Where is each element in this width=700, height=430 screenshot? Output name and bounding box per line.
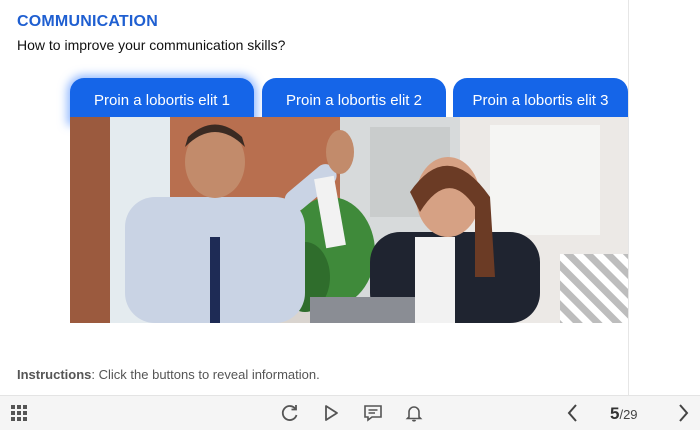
instructions-body: : Click the buttons to reveal informatio… bbox=[91, 367, 320, 382]
high-five-photo bbox=[70, 117, 628, 323]
next-icon[interactable] bbox=[672, 402, 694, 424]
previous-icon[interactable] bbox=[562, 402, 584, 424]
instructions-label: Instructions bbox=[17, 367, 92, 382]
captions-icon[interactable] bbox=[362, 402, 384, 424]
instructions-text: Instructions: Click the buttons to revea… bbox=[17, 367, 320, 382]
menu-grid-icon[interactable] bbox=[8, 402, 30, 424]
right-rail bbox=[628, 0, 700, 395]
slide-title: COMMUNICATION bbox=[17, 13, 158, 30]
tab-button-3[interactable]: Proin a lobortis elit 3 bbox=[453, 78, 628, 122]
tab-button-2[interactable]: Proin a lobortis elit 2 bbox=[262, 78, 446, 122]
play-icon[interactable] bbox=[320, 402, 342, 424]
page-total: /29 bbox=[619, 407, 638, 422]
replay-icon[interactable] bbox=[279, 402, 301, 424]
tab-button-1[interactable]: Proin a lobortis elit 1 bbox=[70, 78, 254, 122]
player-toolbar: 5/29 bbox=[0, 395, 700, 430]
page-counter: 5/29 bbox=[610, 404, 638, 424]
slide-canvas: COMMUNICATION How to improve your commun… bbox=[0, 0, 628, 395]
slide-subtitle: How to improve your communication skills… bbox=[17, 37, 286, 53]
notification-bell-icon[interactable] bbox=[403, 402, 425, 424]
